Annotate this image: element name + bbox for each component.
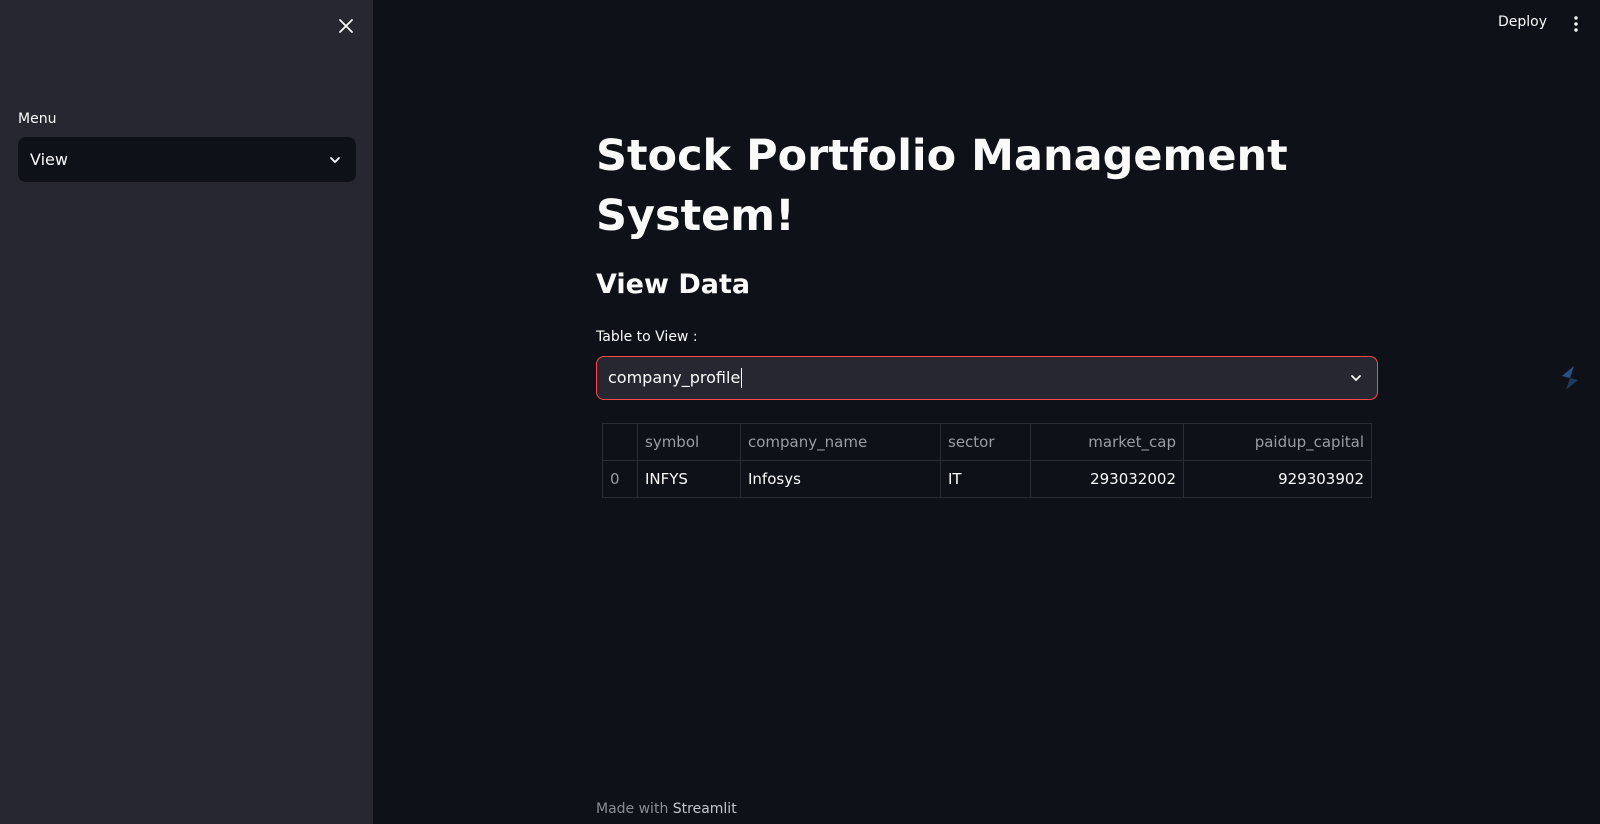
- streamlit-logo-icon: [1562, 366, 1578, 390]
- text-cursor: [741, 368, 743, 389]
- market-cap-cell[interactable]: 293032002: [1030, 460, 1184, 498]
- company-name-cell[interactable]: Infosys: [740, 460, 941, 498]
- close-sidebar-button[interactable]: [334, 14, 358, 38]
- column-header-paidup-capital[interactable]: paidup_capital: [1183, 423, 1372, 461]
- footer: Made with Streamlit: [596, 801, 737, 817]
- dataframe-table[interactable]: symbol company_name sector market_cap pa…: [602, 423, 1372, 498]
- table-select-value: company_profile: [608, 367, 741, 387]
- footer-prefix: Made with: [596, 801, 669, 817]
- column-header-company-name[interactable]: company_name: [740, 423, 941, 461]
- table-select-label: Table to View :: [596, 329, 698, 345]
- table-row: 0 INFYS Infosys IT 293032002 929303902: [602, 460, 1372, 498]
- table-select-value-wrap: company_profile: [608, 367, 743, 389]
- close-icon: [339, 19, 353, 33]
- app-root: Menu View Deploy Stock Portfolio Managem…: [0, 0, 1600, 824]
- symbol-cell[interactable]: INFYS: [637, 460, 741, 498]
- chevron-down-icon: [1351, 375, 1361, 381]
- chevron-down-icon: [330, 156, 340, 163]
- row-index-cell[interactable]: 0: [602, 460, 638, 498]
- deploy-button[interactable]: Deploy: [1498, 14, 1547, 30]
- page-title: Stock Portfolio Management System!: [596, 131, 1288, 241]
- table-select[interactable]: company_profile: [596, 356, 1378, 400]
- sector-cell[interactable]: IT: [940, 460, 1031, 498]
- table-header-row: symbol company_name sector market_cap pa…: [602, 423, 1372, 461]
- menu-label: Menu: [18, 111, 57, 127]
- sidebar: Menu View: [0, 0, 373, 824]
- column-header-index[interactable]: [602, 423, 638, 461]
- kebab-menu-icon: [1574, 16, 1578, 32]
- menu-select-value: View: [30, 150, 68, 169]
- menu-select[interactable]: View: [18, 137, 356, 182]
- main-menu-button[interactable]: [1566, 12, 1586, 36]
- section-subtitle: View Data: [596, 269, 751, 300]
- paidup-capital-cell[interactable]: 929303902: [1183, 460, 1372, 498]
- footer-brand-link[interactable]: Streamlit: [673, 801, 737, 817]
- column-header-sector[interactable]: sector: [940, 423, 1031, 461]
- column-header-symbol[interactable]: symbol: [637, 423, 741, 461]
- column-header-market-cap[interactable]: market_cap: [1030, 423, 1184, 461]
